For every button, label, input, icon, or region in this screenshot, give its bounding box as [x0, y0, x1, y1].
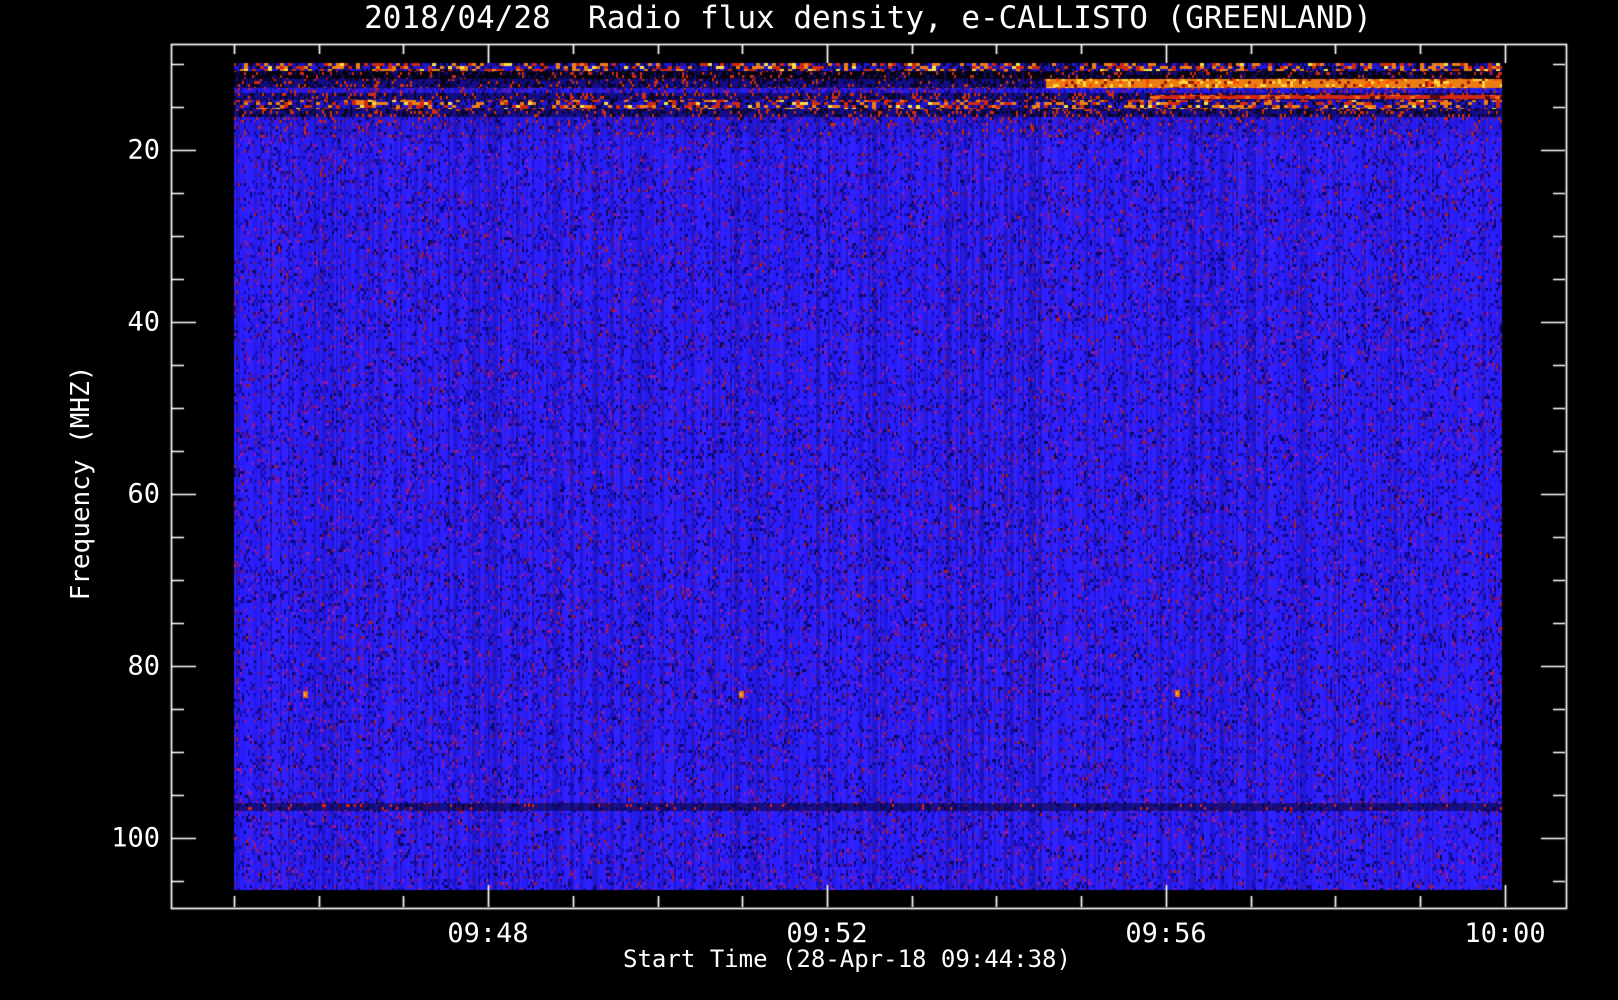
- spectrogram-canvas: [0, 0, 1618, 1000]
- y-tick-label: 20: [127, 135, 160, 166]
- y-tick-label: 80: [127, 651, 160, 682]
- x-tick-label: 09:52: [786, 918, 867, 949]
- callisto-spectrogram-screen: 2018/04/28 Radio flux density, e-CALLIST…: [0, 0, 1618, 1000]
- y-axis-title: Frequency (MHZ): [66, 366, 96, 601]
- x-tick-label: 09:48: [447, 918, 528, 949]
- x-tick-label: 09:56: [1125, 918, 1206, 949]
- x-tick-label: 10:00: [1464, 918, 1545, 949]
- x-axis-title: Start Time (28-Apr-18 09:44:38): [623, 945, 1071, 973]
- chart-title: 2018/04/28 Radio flux density, e-CALLIST…: [364, 1, 1372, 35]
- y-tick-label: 40: [127, 307, 160, 338]
- y-tick-label: 100: [111, 823, 160, 854]
- y-tick-label: 60: [127, 479, 160, 510]
